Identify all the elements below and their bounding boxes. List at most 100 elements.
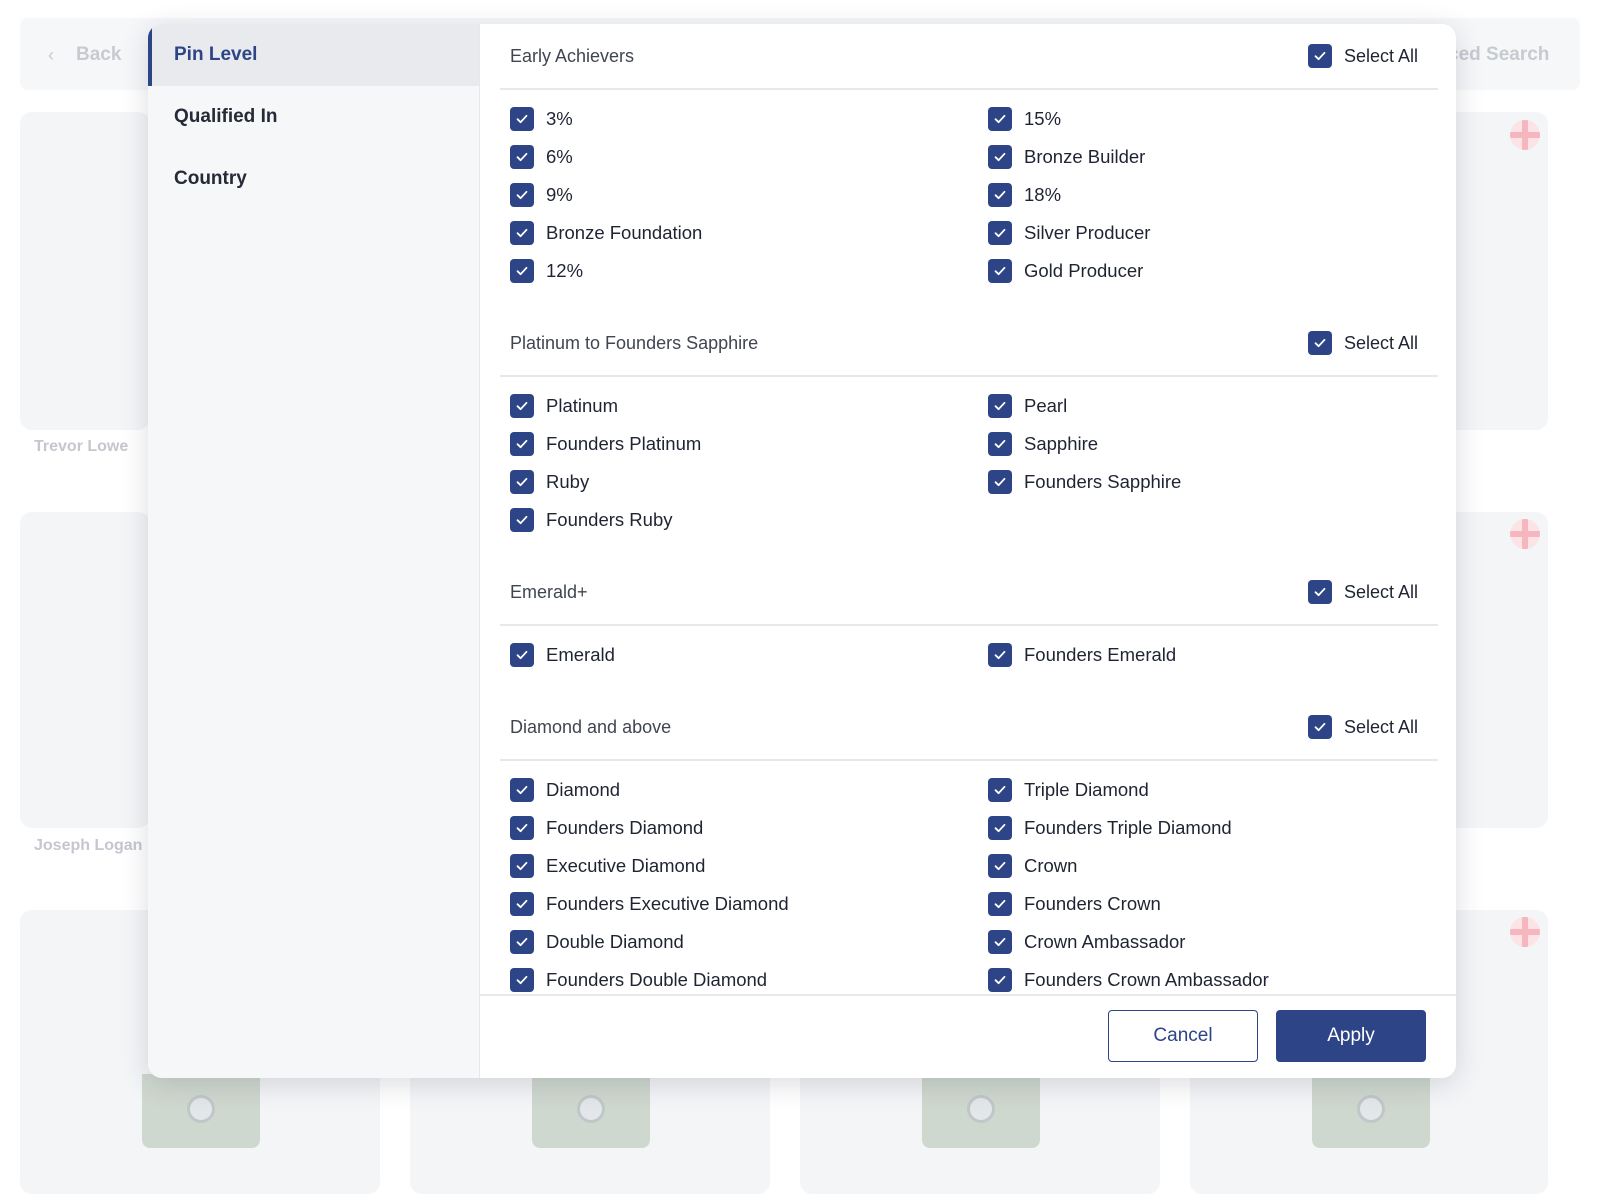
- checkmark-icon: [1314, 587, 1326, 597]
- checkmark-icon: [516, 190, 528, 199]
- section-title: Platinum to Founders Sapphire: [510, 332, 759, 353]
- option-label: 15%: [1024, 107, 1062, 129]
- sidebar-item-country[interactable]: Country: [148, 148, 479, 210]
- checkbox[interactable]: [510, 967, 534, 992]
- checkbox[interactable]: [510, 642, 534, 667]
- pin-level-option-15[interactable]: 15%: [988, 104, 1428, 133]
- checkbox[interactable]: [1307, 580, 1332, 604]
- checkbox[interactable]: [988, 393, 1012, 418]
- pin-level-option-silver-producer[interactable]: Silver Producer: [988, 218, 1428, 247]
- pin-level-option-crown[interactable]: Crown: [988, 851, 1428, 880]
- checkbox[interactable]: [988, 891, 1012, 916]
- back-label: Back: [76, 44, 122, 65]
- pin-level-option-founders-emerald[interactable]: Founders Emerald: [988, 640, 1428, 669]
- pin-level-option-6[interactable]: 6%: [510, 142, 988, 171]
- checkbox[interactable]: [510, 431, 534, 456]
- pin-level-option-emerald[interactable]: Emerald: [510, 640, 988, 669]
- option-label: Pearl: [1024, 394, 1068, 416]
- apply-button[interactable]: Apply: [1276, 1010, 1426, 1062]
- select-all-checkbox[interactable]: Select All: [1307, 331, 1418, 355]
- checkbox[interactable]: [988, 815, 1012, 840]
- pin-level-option-9[interactable]: 9%: [510, 180, 988, 209]
- pin-level-option-founders-crown[interactable]: Founders Crown: [988, 889, 1428, 918]
- option-label: 6%: [546, 145, 573, 167]
- pin-level-option-crown-ambassador[interactable]: Crown Ambassador: [988, 927, 1428, 956]
- checkbox[interactable]: [988, 967, 1012, 992]
- cancel-button[interactable]: Cancel: [1108, 1010, 1258, 1062]
- checkbox[interactable]: [510, 891, 534, 916]
- checkbox[interactable]: [988, 929, 1012, 954]
- pin-level-option-gold-producer[interactable]: Gold Producer: [988, 256, 1428, 285]
- checkmark-icon: [516, 515, 528, 524]
- checkbox[interactable]: [510, 815, 534, 840]
- checkbox[interactable]: [988, 106, 1012, 131]
- sidebar-item-pin-level[interactable]: Pin Level: [148, 24, 479, 86]
- pin-level-option-ruby[interactable]: Ruby: [510, 467, 988, 496]
- checkbox[interactable]: [988, 144, 1012, 169]
- section-title: Early Achievers: [510, 45, 635, 66]
- checkbox[interactable]: [510, 853, 534, 878]
- checkmark-icon: [994, 266, 1006, 275]
- checkbox[interactable]: [988, 853, 1012, 878]
- pin-level-option-founders-crown-ambassador[interactable]: Founders Crown Ambassador: [988, 965, 1428, 994]
- option-label: Sapphire: [1024, 432, 1099, 454]
- background-card-name: Trevor Lowe: [34, 438, 129, 455]
- select-all-checkbox[interactable]: Select All: [1307, 580, 1418, 604]
- checkbox[interactable]: [1307, 331, 1332, 355]
- checkbox[interactable]: [510, 469, 534, 494]
- option-label: Founders Sapphire: [1024, 470, 1182, 492]
- pin-level-option-founders-ruby[interactable]: Founders Ruby: [510, 505, 988, 534]
- checkbox[interactable]: [988, 182, 1012, 207]
- checkbox[interactable]: [510, 220, 534, 245]
- filter-panel: Early Achievers Select All 3% 15% 6% Bronze B…: [480, 24, 1456, 1078]
- pin-level-option-founders-diamond[interactable]: Founders Diamond: [510, 813, 988, 842]
- pin-level-option-pearl[interactable]: Pearl: [988, 391, 1428, 420]
- pin-level-option-founders-double-diamond[interactable]: Founders Double Diamond: [510, 965, 988, 994]
- checkbox[interactable]: [1307, 44, 1332, 68]
- pin-level-option-founders-executive-diamond[interactable]: Founders Executive Diamond: [510, 889, 988, 918]
- pin-level-option-18[interactable]: 18%: [988, 180, 1428, 209]
- background-card-name: Joseph Logan: [34, 837, 143, 854]
- pin-level-option-sapphire[interactable]: Sapphire: [988, 429, 1428, 458]
- pin-level-option-triple-diamond[interactable]: Triple Diamond: [988, 775, 1428, 804]
- checkbox[interactable]: [988, 220, 1012, 245]
- section-header-early-achievers: Early Achievers Select All: [500, 24, 1438, 90]
- pin-level-option-founders-sapphire[interactable]: Founders Sapphire: [988, 467, 1428, 496]
- select-all-checkbox[interactable]: Select All: [1307, 44, 1418, 68]
- pin-level-option-founders-triple-diamond[interactable]: Founders Triple Diamond: [988, 813, 1428, 842]
- sidebar-item-qualified-in[interactable]: Qualified In: [148, 86, 479, 148]
- checkbox[interactable]: [510, 929, 534, 954]
- pin-level-option-bronze-builder[interactable]: Bronze Builder: [988, 142, 1428, 171]
- modal-footer: Cancel Apply: [480, 994, 1456, 1078]
- checkbox[interactable]: [1307, 715, 1332, 739]
- checkmark-icon: [516, 823, 528, 832]
- back-link: ‹ Back: [48, 44, 121, 66]
- filter-modal: Pin Level Qualified In Country Early Ach…: [148, 24, 1456, 1078]
- checkbox[interactable]: [510, 258, 534, 283]
- select-all-checkbox[interactable]: Select All: [1307, 715, 1418, 739]
- option-label: Executive Diamond: [546, 854, 706, 876]
- checkbox[interactable]: [510, 777, 534, 802]
- pin-level-option-bronze-foundation[interactable]: Bronze Foundation: [510, 218, 988, 247]
- checkbox[interactable]: [510, 106, 534, 131]
- checkbox[interactable]: [988, 469, 1012, 494]
- checkbox[interactable]: [988, 431, 1012, 456]
- checkbox[interactable]: [510, 393, 534, 418]
- pin-level-option-3[interactable]: 3%: [510, 104, 988, 133]
- checkbox[interactable]: [510, 144, 534, 169]
- checkbox[interactable]: [988, 642, 1012, 667]
- pin-level-sections[interactable]: Early Achievers Select All 3% 15% 6% Bronze B…: [480, 24, 1456, 994]
- pin-level-option-executive-diamond[interactable]: Executive Diamond: [510, 851, 988, 880]
- option-label: Platinum: [546, 394, 618, 416]
- checkbox[interactable]: [988, 777, 1012, 802]
- checkbox[interactable]: [510, 507, 534, 532]
- section-title: Diamond and above: [510, 716, 672, 737]
- uk-flag-icon: [1510, 917, 1540, 947]
- pin-level-option-platinum[interactable]: Platinum: [510, 391, 988, 420]
- pin-level-option-diamond[interactable]: Diamond: [510, 775, 988, 804]
- checkbox[interactable]: [988, 258, 1012, 283]
- pin-level-option-12[interactable]: 12%: [510, 256, 988, 285]
- checkbox[interactable]: [510, 182, 534, 207]
- pin-level-option-founders-platinum[interactable]: Founders Platinum: [510, 429, 988, 458]
- pin-level-option-double-diamond[interactable]: Double Diamond: [510, 927, 988, 956]
